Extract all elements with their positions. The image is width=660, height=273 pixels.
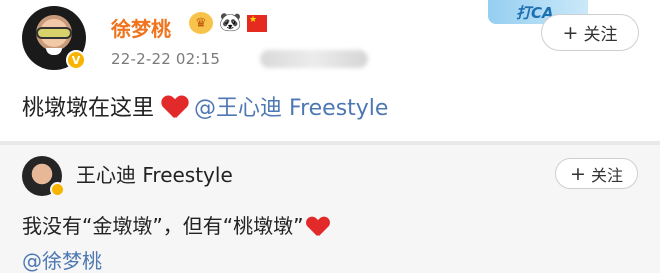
plus-icon: +	[562, 21, 579, 44]
post-body: 桃墩墩在这里 @王心迪 Freestyle	[22, 90, 388, 122]
repost-username[interactable]: 王心迪 Freestyle	[76, 159, 233, 188]
crown-badge-icon: ♛	[189, 12, 213, 34]
heart-icon	[307, 215, 329, 235]
smile-graphic	[46, 48, 62, 55]
post-username[interactable]: 徐梦桃	[111, 13, 171, 42]
panda-icon: 🐼	[219, 12, 242, 33]
verified-badge-icon: V	[66, 50, 86, 70]
repost-body: 我没有“金墩墩”，但有“桃墩墩”	[22, 210, 335, 239]
plus-icon: +	[570, 162, 586, 185]
follow-button[interactable]: + 关注	[541, 14, 639, 51]
goggles-graphic	[36, 27, 72, 39]
follow-label: 关注	[583, 25, 618, 45]
weibo-post: V 徐梦桃 ♛ 🐼 ★ 22-2-22 02:15 打CA + 关注 桃墩墩在这…	[0, 0, 660, 141]
follow-label: 关注	[590, 165, 623, 185]
user-badges: ♛ 🐼 ★	[189, 12, 267, 34]
blurred-source-text	[260, 50, 368, 68]
mention-link[interactable]: @王心迪 Freestyle	[194, 90, 388, 122]
china-flag-icon: ★	[247, 14, 267, 32]
repost-follow-button[interactable]: + 关注	[555, 158, 638, 189]
post-text: 桃墩墩在这里	[22, 96, 155, 121]
heart-icon	[162, 94, 188, 118]
post-timestamp: 22-2-22 02:15	[111, 50, 221, 68]
reposted-content[interactable]: 王心迪 Freestyle + 关注 我没有“金墩墩”，但有“桃墩墩” @徐梦桃	[0, 145, 660, 273]
repost-text: 我没有“金墩墩”，但有“桃墩墩”	[22, 214, 304, 238]
verified-badge-icon	[50, 182, 65, 197]
mention-link[interactable]: @徐梦桃	[22, 245, 102, 273]
